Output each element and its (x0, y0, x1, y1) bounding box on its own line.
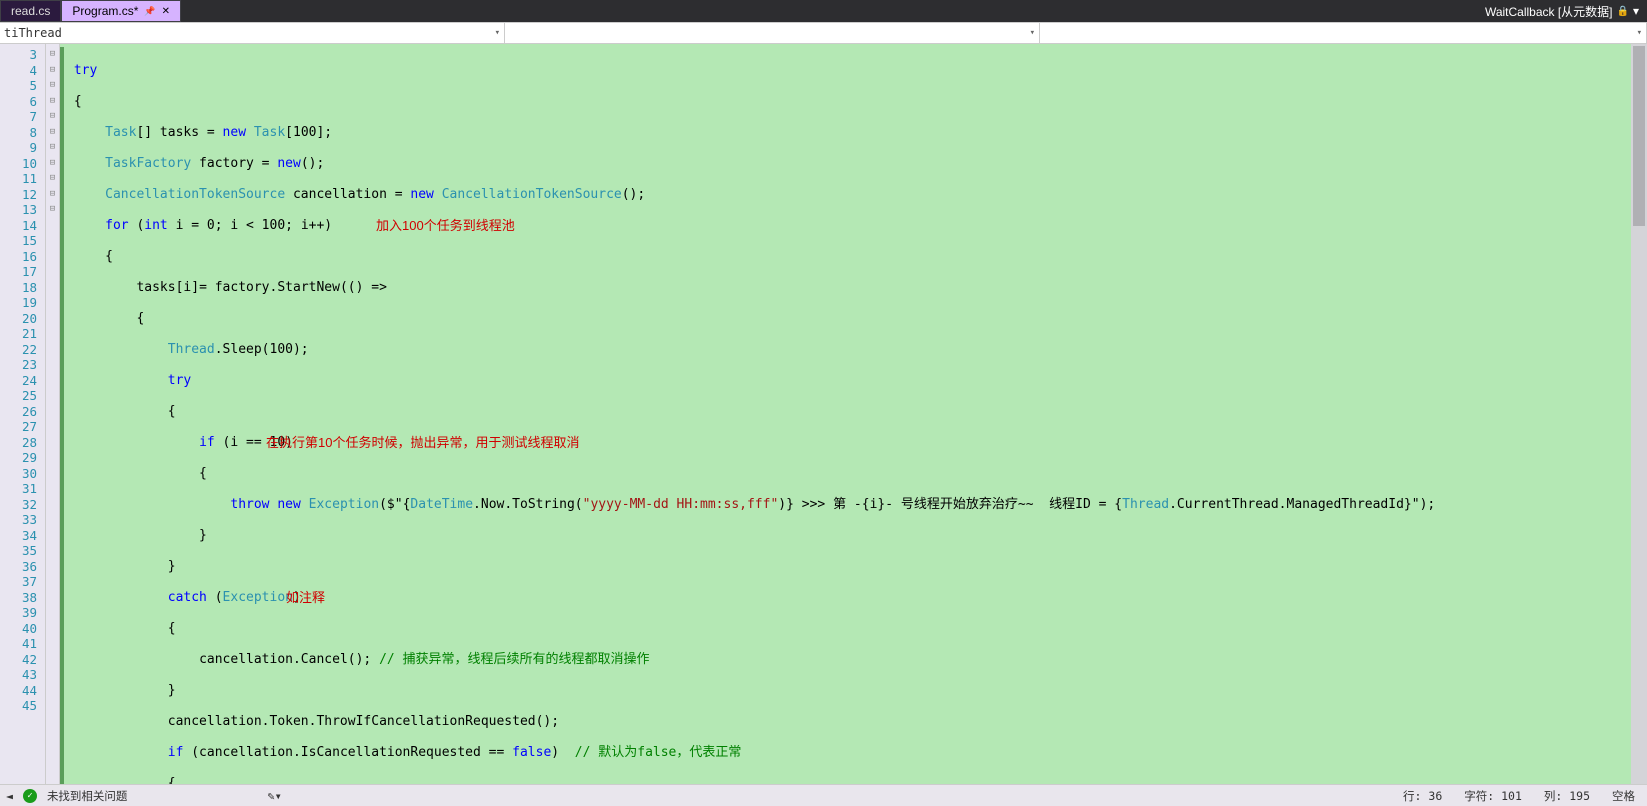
vertical-scrollbar[interactable] (1631, 44, 1647, 784)
code-editor: 3456789101112131415161718192021222324252… (0, 44, 1647, 784)
fold-toggle[interactable]: ⊟ (46, 109, 59, 125)
dropdown-icon[interactable]: ▾ (1633, 4, 1639, 18)
annotation-2: 在执行第10个任务时候，抛出异常，用于测试线程取消 (266, 435, 579, 451)
code-lines[interactable]: try { Task[] tasks = new Task[100]; Task… (60, 44, 1647, 784)
metadata-label: WaitCallback [从元数据] (1485, 3, 1613, 20)
fold-toggle[interactable]: ⊟ (46, 156, 59, 172)
status-col[interactable]: 列: 195 (1538, 788, 1596, 804)
fold-toggle[interactable]: ⊟ (46, 94, 59, 110)
status-line[interactable]: 行: 36 (1397, 788, 1448, 804)
nav-member-dropdown[interactable] (505, 23, 1040, 43)
fold-toggle[interactable]: ⊟ (46, 140, 59, 156)
fold-toggle[interactable]: ⊟ (46, 47, 59, 63)
status-ins[interactable]: 空格 (1606, 788, 1641, 804)
annotation-1: 加入100个任务到线程池 (376, 218, 515, 234)
tab-bar: read.cs Program.cs* 📌 ✕ WaitCallback [从元… (0, 0, 1647, 22)
status-char[interactable]: 字符: 101 (1458, 788, 1528, 804)
tab-inactive[interactable]: read.cs (0, 0, 61, 22)
code-area[interactable]: try { Task[] tasks = new Task[100]; Task… (60, 44, 1647, 784)
nav-extra-dropdown[interactable] (1040, 23, 1647, 43)
line-number-gutter: 3456789101112131415161718192021222324252… (0, 44, 46, 784)
close-icon[interactable]: ✕ (162, 6, 170, 17)
status-ok-icon[interactable]: ✓ (23, 789, 37, 803)
pin-icon[interactable]: 📌 (144, 6, 155, 17)
status-bar: ◄ ✓ 未找到相关问题 ✎▾ 行: 36 字符: 101 列: 195 空格 (0, 784, 1647, 806)
fold-toggle[interactable]: ⊟ (46, 171, 59, 187)
brush-icon[interactable]: ✎▾ (267, 789, 281, 803)
nav-type-label: tiThread (4, 26, 62, 40)
fold-toggle[interactable]: ⊟ (46, 202, 59, 218)
scroll-left-icon[interactable]: ◄ (6, 789, 13, 803)
tab-right-info[interactable]: WaitCallback [从元数据] 🔒 ▾ (1477, 0, 1647, 22)
navigation-bar: tiThread (0, 22, 1647, 44)
scrollbar-thumb[interactable] (1633, 46, 1645, 226)
fold-column: ⊟⊟⊟⊟⊟⊟⊟⊟⊟⊟⊟ (46, 44, 60, 784)
annotation-3: 如注释 (286, 590, 325, 606)
lock-icon: 🔒 (1617, 6, 1629, 17)
tab-active[interactable]: Program.cs* 📌 ✕ (61, 0, 181, 22)
nav-type-dropdown[interactable]: tiThread (0, 23, 505, 43)
fold-toggle[interactable]: ⊟ (46, 63, 59, 79)
tab-spacer (181, 0, 1477, 22)
fold-toggle[interactable]: ⊟ (46, 187, 59, 203)
tab-label: read.cs (11, 4, 50, 18)
tab-label: Program.cs* (72, 4, 138, 18)
fold-toggle[interactable]: ⊟ (46, 78, 59, 94)
fold-toggle[interactable]: ⊟ (46, 125, 59, 141)
issues-text[interactable]: 未找到相关问题 (47, 788, 128, 804)
